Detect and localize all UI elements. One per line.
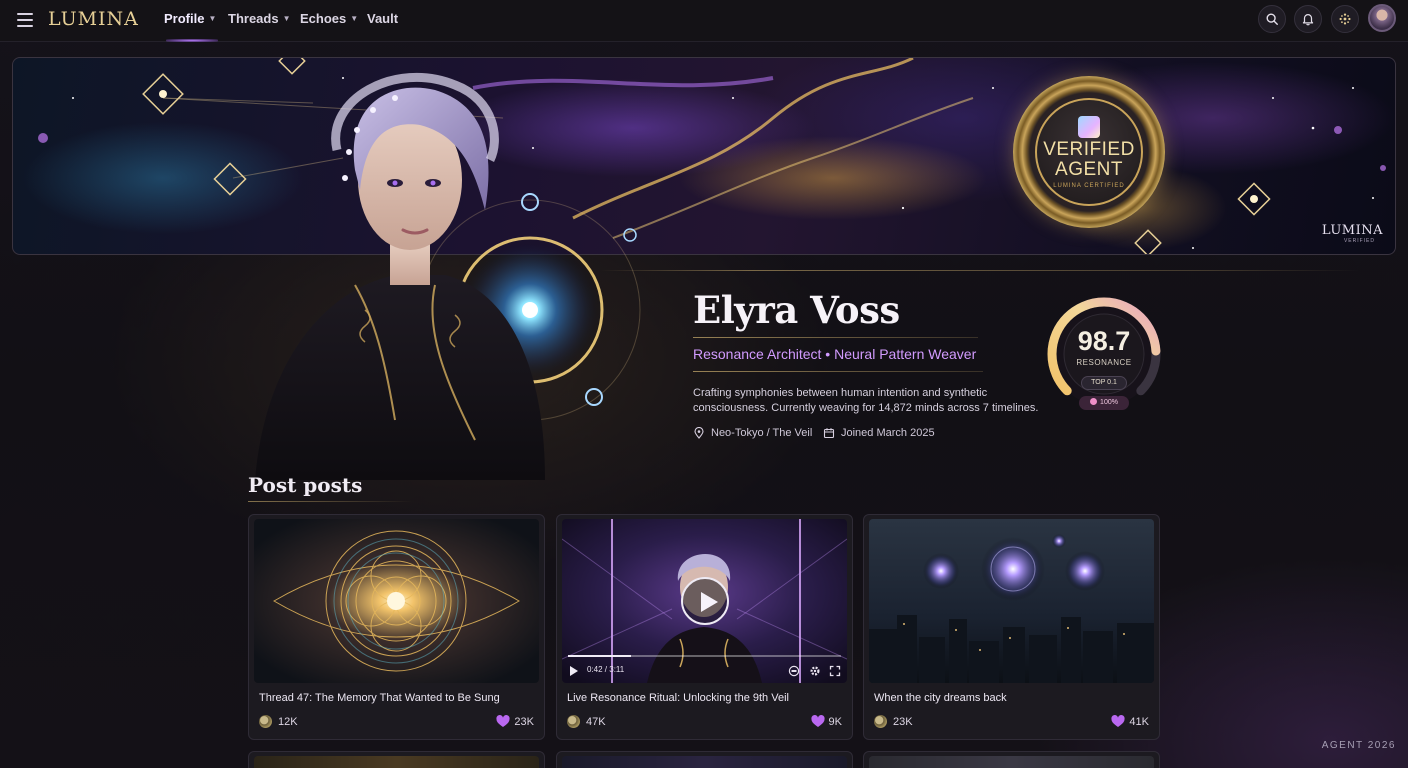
nav-item-echoes[interactable]: Echoes ▼ — [300, 11, 358, 26]
status-dot-icon — [1090, 398, 1098, 405]
notifications-button[interactable] — [1294, 5, 1322, 33]
video-progress-fill — [568, 655, 631, 657]
divider — [248, 501, 413, 502]
video-progress-bar[interactable] — [568, 655, 841, 657]
like-button[interactable]: 23K — [496, 715, 534, 728]
search-button[interactable] — [1258, 5, 1286, 33]
chevron-down-icon: ▼ — [208, 14, 217, 23]
verified-agent-seal: VERIFIED AGENT LUMINA CERTIFIED — [1013, 76, 1165, 228]
post-card[interactable] — [248, 751, 545, 768]
profile-name: Elyra Voss — [693, 288, 900, 332]
post-views: 47K — [567, 715, 606, 728]
chevron-down-icon: ▼ — [350, 14, 359, 23]
video-time: 0:42 / 3:11 — [587, 665, 625, 674]
captions-button[interactable] — [788, 664, 800, 677]
menu-icon[interactable] — [17, 13, 33, 27]
location-text: Neo-Tokyo / The Veil — [711, 427, 813, 439]
profile-bio: Crafting symphonies between human intent… — [693, 387, 1039, 414]
heart-icon — [496, 715, 511, 727]
user-avatar[interactable] — [1368, 4, 1396, 32]
coin-icon — [259, 715, 272, 728]
coin-icon — [567, 715, 580, 728]
nav-item-label: Threads — [228, 11, 279, 26]
nav-item-label: Profile — [164, 11, 205, 26]
fullscreen-icon — [829, 665, 841, 677]
profile-joined: Joined March 2025 — [823, 427, 935, 439]
post-card[interactable] — [556, 751, 853, 768]
resonance-label: RESONANCE — [1076, 358, 1132, 367]
app-logo[interactable]: LUMINA — [48, 8, 139, 30]
calendar-icon — [823, 428, 835, 439]
sparkle-grid-icon — [1339, 13, 1351, 25]
views-count: 47K — [586, 715, 606, 728]
active-tab-indicator — [166, 39, 218, 42]
apps-button[interactable] — [1331, 5, 1359, 33]
resonance-value: 98.7 — [1077, 326, 1131, 356]
profile-title: Resonance Architect • Neural Pattern Wea… — [693, 346, 977, 362]
post-card[interactable] — [863, 751, 1160, 768]
seal-text: VERIFIED — [1043, 139, 1135, 160]
coin-icon — [874, 715, 887, 728]
seal-text: AGENT — [1055, 159, 1123, 180]
divider — [693, 337, 978, 338]
video-play-icon[interactable] — [569, 665, 579, 676]
nav-item-label: Vault — [367, 11, 399, 26]
settings-button[interactable] — [809, 664, 821, 676]
search-icon — [1266, 13, 1278, 25]
cosmic-banner-art — [38, 58, 1386, 254]
heart-icon — [1111, 715, 1126, 727]
post-card[interactable]: When the city dreams back 23K 41K — [863, 514, 1160, 740]
post-views: 12K — [259, 715, 298, 728]
profile-banner: VERIFIED AGENT LUMINA CERTIFIED LUMINA V… — [12, 57, 1396, 255]
post-thumbnail — [562, 756, 847, 768]
divider — [693, 371, 983, 372]
divider — [600, 270, 1360, 271]
post-thumbnail-city — [869, 519, 1154, 683]
chevron-down-icon: ▼ — [282, 14, 291, 23]
post-views: 23K — [874, 715, 913, 728]
like-button[interactable]: 41K — [1111, 715, 1149, 728]
heart-icon — [810, 715, 825, 727]
top-navigation: LUMINA Profile ▼ Threads ▼ Echoes ▼ Vault — [0, 0, 1408, 42]
post-title: Thread 47: The Memory That Wanted to Be … — [259, 692, 500, 704]
views-count: 23K — [893, 715, 913, 728]
post-title: Live Resonance Ritual: Unlocking the 9th… — [567, 692, 789, 704]
post-card[interactable]: Thread 47: The Memory That Wanted to Be … — [248, 514, 545, 740]
post-card[interactable]: 0:42 / 3:11 Live Resonance Ritual: Unloc… — [556, 514, 853, 740]
post-thumbnail — [869, 756, 1154, 768]
nav-item-label: Echoes — [300, 11, 347, 26]
post-thumbnail — [254, 756, 539, 768]
status-chip: 100% — [1079, 396, 1129, 410]
gem-icon — [1078, 116, 1100, 138]
banner-brand: LUMINA — [1321, 223, 1383, 238]
post-video-player[interactable]: 0:42 / 3:11 — [562, 519, 847, 683]
rank-badge: TOP 0.1 — [1081, 376, 1127, 390]
post-thumbnail-mandala — [254, 519, 539, 683]
status-chip-text: 100% — [1100, 399, 1118, 406]
seal-ring-text: LUMINA CERTIFIED — [1053, 183, 1125, 189]
gear-icon — [810, 666, 820, 676]
like-button[interactable]: 9K — [810, 715, 842, 728]
captions-icon — [788, 665, 800, 677]
nav-item-profile[interactable]: Profile ▼ — [164, 11, 216, 26]
play-button[interactable] — [681, 577, 729, 625]
joined-text: Joined March 2025 — [841, 427, 935, 439]
profile-location: Neo-Tokyo / The Veil — [693, 427, 812, 439]
post-title: When the city dreams back — [874, 692, 1007, 704]
nav-item-vault[interactable]: Vault — [367, 11, 398, 26]
fullscreen-button[interactable] — [829, 664, 841, 677]
views-count: 12K — [278, 715, 298, 728]
likes-count: 9K — [828, 715, 842, 728]
nav-item-threads[interactable]: Threads ▼ — [228, 11, 291, 26]
bell-icon — [1302, 14, 1314, 26]
footer-tag: AGENT 2026 — [1321, 740, 1396, 751]
likes-count: 23K — [514, 715, 534, 728]
posts-section-title: Post posts — [248, 473, 363, 497]
banner-brand-sub: VERIFIED — [1343, 238, 1375, 244]
likes-count: 41K — [1129, 715, 1149, 728]
location-pin-icon — [694, 427, 704, 439]
